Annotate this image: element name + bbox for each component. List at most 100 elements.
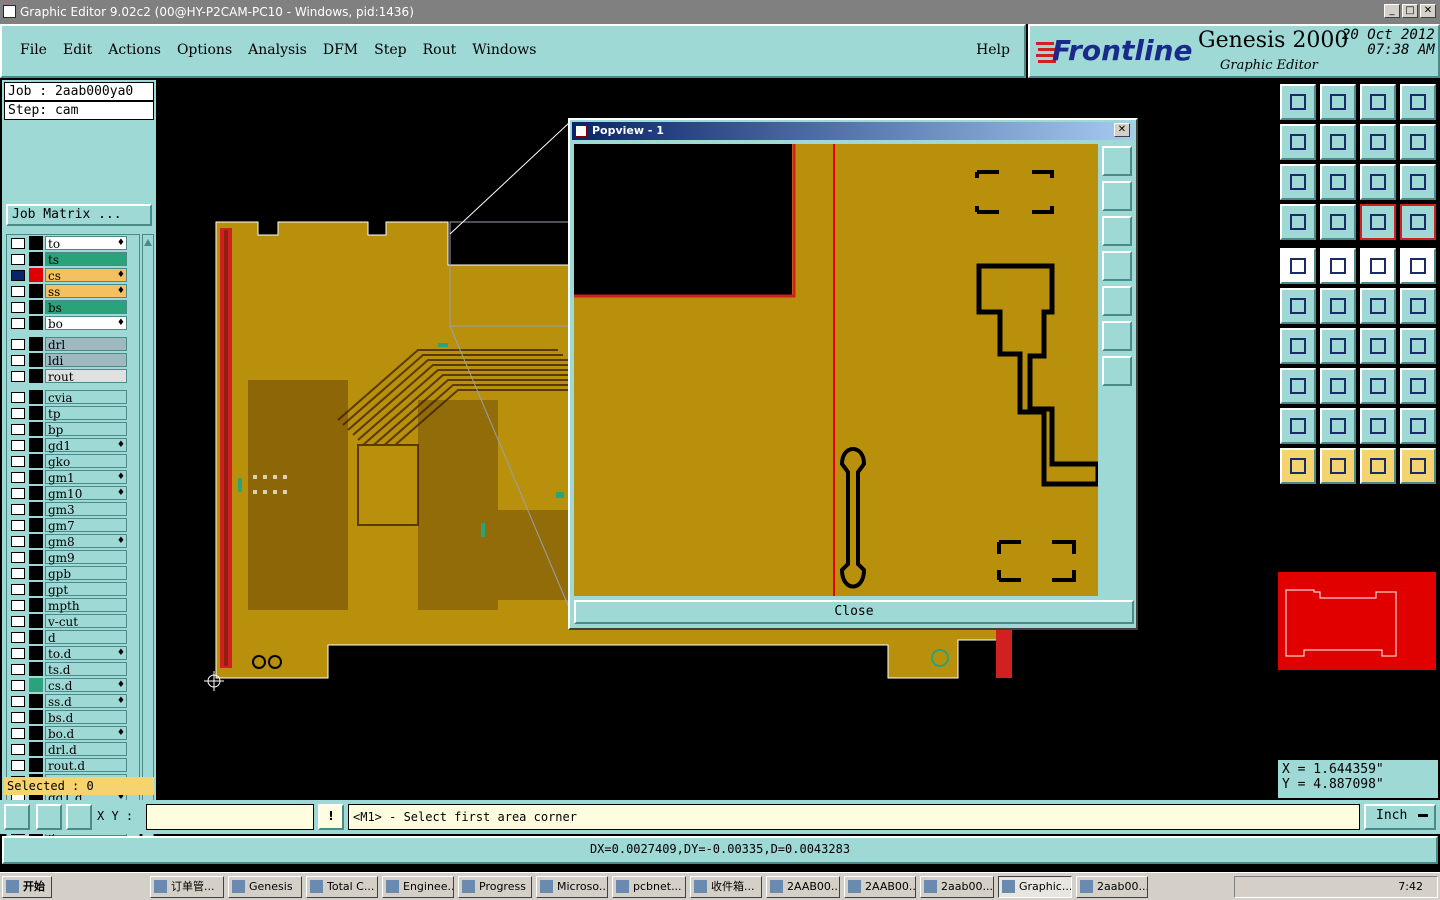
task-button[interactable]: Total C...	[306, 876, 378, 898]
popview-close-icon[interactable]: ✕	[1114, 123, 1130, 137]
select-circle-icon[interactable]	[1280, 248, 1316, 284]
layer-checkbox[interactable]	[11, 439, 25, 451]
zoom-area-icon[interactable]	[4, 804, 30, 830]
layer-checkbox[interactable]	[11, 615, 25, 627]
pan-left-icon[interactable]	[1280, 124, 1316, 160]
pan-right-icon[interactable]	[1320, 124, 1356, 160]
close-button[interactable]: ✕	[1420, 4, 1436, 18]
task-button[interactable]: Enginee...	[382, 876, 454, 898]
layer-checkbox[interactable]	[11, 253, 25, 265]
layer-checkbox[interactable]	[11, 711, 25, 723]
layers-red-icon[interactable]	[1360, 204, 1396, 240]
layer-name[interactable]: gm1	[45, 470, 127, 485]
trim-icon[interactable]	[1320, 368, 1356, 404]
copy-icon[interactable]	[1400, 288, 1436, 324]
layer-name[interactable]: gm9	[45, 550, 127, 565]
pointer-icon[interactable]	[1280, 448, 1316, 484]
layer-name[interactable]: drl.d	[45, 742, 127, 757]
layer-scrollbar[interactable]	[142, 234, 154, 852]
menu-analysis[interactable]: Analysis	[240, 42, 315, 58]
group-icon[interactable]	[1400, 368, 1436, 404]
node-icon[interactable]	[1280, 368, 1316, 404]
layer-name[interactable]: cs	[45, 268, 127, 283]
layer-row[interactable]: ♦ gm8	[7, 533, 139, 549]
layer-row[interactable]: mpth	[7, 597, 139, 613]
menu-options[interactable]: Options	[169, 42, 240, 58]
xy-input[interactable]	[146, 804, 314, 830]
layer-name[interactable]: gm10	[45, 486, 127, 501]
layer-row[interactable]: d	[7, 629, 139, 645]
unit-select[interactable]: Inch	[1364, 804, 1436, 830]
pan-up-icon[interactable]	[1280, 84, 1316, 120]
layer-row[interactable]: gpt	[7, 581, 139, 597]
task-button[interactable]: 2aab00...	[920, 876, 994, 898]
layer-name[interactable]: rout.d	[45, 758, 127, 773]
layer-name[interactable]: ts	[45, 252, 127, 267]
help-icon[interactable]	[1400, 164, 1436, 200]
layer-row[interactable]: ♦ to.d	[7, 645, 139, 661]
pointer-path-icon[interactable]	[1400, 448, 1436, 484]
layer-name[interactable]: bo.d	[45, 726, 127, 741]
layer-name[interactable]: ss.d	[45, 694, 127, 709]
job-matrix-button[interactable]: Job Matrix ...	[6, 204, 152, 226]
menu-actions[interactable]: Actions	[100, 42, 169, 58]
layer-checkbox[interactable]	[11, 567, 25, 579]
layer-checkbox[interactable]	[11, 631, 25, 643]
layer-row[interactable]: ts	[7, 251, 139, 267]
task-button[interactable]: 2aab00...	[1076, 876, 1148, 898]
layer-checkbox[interactable]	[11, 599, 25, 611]
layer-row[interactable]: ♦ to	[7, 235, 139, 251]
pop-zoom-out-icon[interactable]	[1102, 356, 1132, 386]
layer-row[interactable]: ♦ gm10	[7, 485, 139, 501]
layer-name[interactable]: mpth	[45, 598, 127, 613]
layer-row[interactable]: ♦ cs	[7, 267, 139, 283]
layer-row[interactable]: bp	[7, 421, 139, 437]
swap-icon[interactable]	[1360, 124, 1396, 160]
menu-windows[interactable]: Windows	[464, 42, 544, 58]
layer-row[interactable]: ldi	[7, 352, 139, 368]
layer-row[interactable]: ♦ ss.d	[7, 693, 139, 709]
resize-icon[interactable]	[1360, 368, 1396, 404]
layer-row[interactable]: ♦ bo	[7, 315, 139, 331]
layer-name[interactable]: gd1	[45, 438, 127, 453]
task-button[interactable]: pcbnet...	[612, 876, 686, 898]
pad-icon[interactable]	[1400, 248, 1436, 284]
menu-step[interactable]: Step	[366, 42, 414, 58]
triangle2-icon[interactable]	[1320, 408, 1356, 444]
layer-row[interactable]: gm7	[7, 517, 139, 533]
layer-name[interactable]: drl	[45, 337, 127, 352]
layer-name[interactable]: d	[45, 630, 127, 645]
start-button[interactable]: 开始	[2, 876, 52, 898]
layer-checkbox[interactable]	[11, 391, 25, 403]
menu-rout[interactable]: Rout	[415, 42, 465, 58]
fit-view-icon[interactable]	[1400, 84, 1436, 120]
layer-checkbox[interactable]	[11, 407, 25, 419]
layer-name[interactable]: ts.d	[45, 662, 127, 677]
layer-checkbox[interactable]	[11, 583, 25, 595]
layer-row[interactable]: drl	[7, 336, 139, 352]
layer-name[interactable]: ss	[45, 284, 127, 299]
layer-row[interactable]: gm3	[7, 501, 139, 517]
measure-icon[interactable]	[36, 804, 62, 830]
layer-row[interactable]: v-cut	[7, 613, 139, 629]
layer-checkbox[interactable]	[11, 370, 25, 382]
layer-checkbox[interactable]	[11, 285, 25, 297]
minimize-button[interactable]: _	[1384, 4, 1400, 18]
layer-name[interactable]: bs.d	[45, 710, 127, 725]
layer-name[interactable]: bp	[45, 422, 127, 437]
task-button[interactable]: Genesis	[228, 876, 302, 898]
layer-row[interactable]: cvia	[7, 389, 139, 405]
layer-name[interactable]: bo	[45, 316, 127, 331]
layer-name[interactable]: bs	[45, 300, 127, 315]
layer-row[interactable]: ♦ gd1	[7, 437, 139, 453]
line-icon[interactable]	[1320, 328, 1356, 364]
pop-zoom-icon[interactable]	[1102, 146, 1132, 176]
layer-name[interactable]: tp	[45, 406, 127, 421]
task-button[interactable]: Microso...	[536, 876, 608, 898]
pop-pan-right-icon[interactable]	[1102, 286, 1132, 316]
layer-row[interactable]: rout	[7, 368, 139, 384]
layer-name[interactable]: ldi	[45, 353, 127, 368]
layer-name[interactable]: cs.d	[45, 678, 127, 693]
layer-checkbox[interactable]	[11, 503, 25, 515]
layer-row[interactable]: ♦ gm1	[7, 469, 139, 485]
